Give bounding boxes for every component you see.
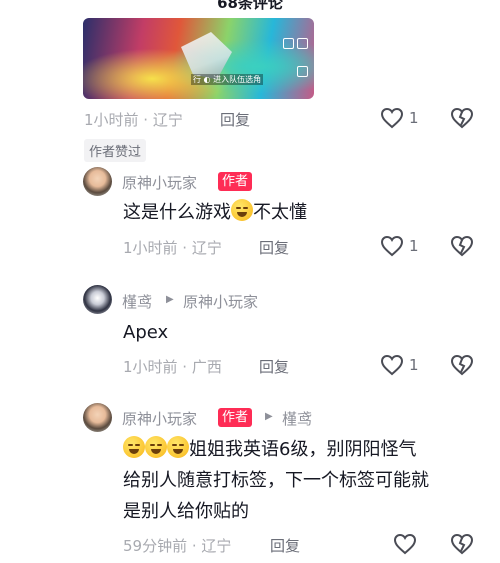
huffing-face-emoji [167,436,189,458]
comment-text: 姐姐我英语6级，别阴阳怪气 给别人随意打标签，下一个标签可能就 是别人给你贴的 [123,434,429,527]
thumbnail-caption: 行 ◐ 进入队伍选角 [191,74,264,85]
comment-text-line: 姐姐我英语6级，别阴阳怪气 [123,434,429,465]
comment-text-part: 这是什么游戏 [123,202,231,223]
thumbnail-hud-icon [297,66,308,77]
comment-time-location: 1小时前 · 辽宁 [123,239,222,257]
broken-heart-icon[interactable] [450,107,474,129]
reply-button[interactable]: 回复 [270,535,300,556]
laughing-tears-emoji [231,199,253,221]
thumbnail-hud-icon [297,38,308,49]
video-thumbnail[interactable]: 行 ◐ 进入队伍选角 [83,18,314,99]
heart-outline-icon[interactable] [380,354,404,376]
comment-time-location: 1小时前 · 广西 [123,358,222,376]
avatar[interactable] [83,167,112,196]
comment-text: Apex [123,322,169,343]
avatar[interactable] [83,285,112,314]
comment-username[interactable]: 原神小玩家 [122,172,197,193]
reply-button[interactable]: 回复 [259,237,289,258]
huffing-face-emoji [145,436,167,458]
like-count: 1 [409,237,419,255]
author-liked-badge: 作者赞过 [84,139,147,162]
huffing-face-emoji [123,436,145,458]
comment-text-part: 姐姐我英语6级，别阴阳怪气 [189,439,417,460]
comment-text: 这是什么游戏 不太懂 [123,197,307,228]
broken-heart-icon[interactable] [450,235,474,257]
comment-text-line: 给别人随意打标签，下一个标签可能就 [123,470,429,491]
avatar[interactable] [83,403,112,432]
reply-arrow-icon: ▶ [265,411,273,422]
like-count: 1 [409,356,419,374]
heart-outline-icon[interactable] [393,533,417,555]
like-count: 1 [409,109,419,127]
heart-outline-icon[interactable] [380,107,404,129]
comment-time-location: 1小时前 · 辽宁 [84,111,183,129]
reply-button[interactable]: 回复 [220,109,250,130]
broken-heart-icon[interactable] [450,354,474,376]
comment-text-line: 是别人给你贴的 [123,501,249,522]
comment-text-part: 不太懂 [253,202,307,223]
reply-to-username[interactable]: 槿鸢 [282,408,312,429]
author-tag: 作者 [218,172,253,191]
comment-username[interactable]: 原神小玩家 [122,408,197,429]
comments-count-title: 68条评论 [217,0,283,12]
heart-outline-icon[interactable] [380,235,404,257]
reply-button[interactable]: 回复 [259,356,289,377]
comment-username[interactable]: 槿鸢 [122,291,152,312]
comment-time-location: 59分钟前 · 辽宁 [123,537,232,555]
reply-arrow-icon: ▶ [166,294,174,305]
reply-to-username[interactable]: 原神小玩家 [183,291,258,312]
author-tag: 作者 [218,408,253,427]
thumbnail-hud-icon [283,38,294,49]
broken-heart-icon[interactable] [450,533,474,555]
